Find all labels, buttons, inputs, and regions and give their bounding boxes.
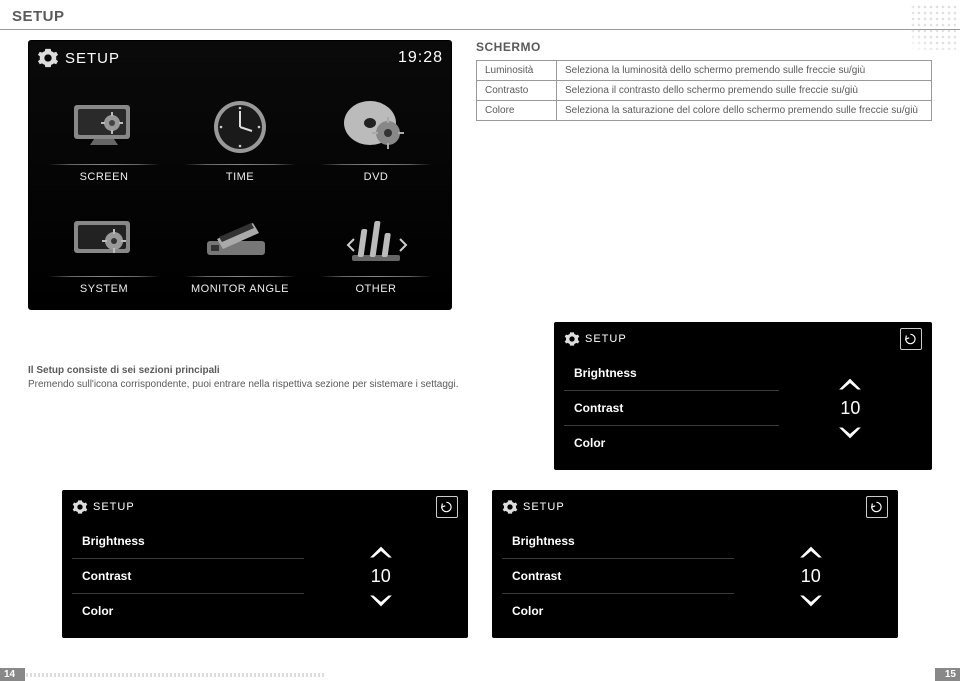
chevron-up-icon[interactable]: [837, 374, 863, 392]
schermo-val: Seleziona la luminosità dello schermo pr…: [557, 61, 932, 81]
gear-icon: [564, 331, 580, 347]
chevron-up-icon[interactable]: [798, 542, 824, 560]
clock-display: 19:28: [398, 49, 443, 67]
page-title: SETUP: [12, 8, 948, 25]
subpanel-title: SETUP: [585, 333, 627, 345]
schermo-heading: SCHERMO: [476, 40, 932, 54]
footer-decoration: [26, 673, 326, 677]
undo-icon: [870, 500, 884, 514]
setting-brightness[interactable]: Brightness: [72, 524, 304, 558]
schermo-key: Contrasto: [477, 81, 557, 101]
setup-subpanel: SETUP Brightness Contrast Color 10: [62, 490, 468, 638]
tile-system[interactable]: SYSTEM: [37, 187, 171, 295]
back-button[interactable]: [436, 496, 458, 518]
setting-contrast[interactable]: Contrast: [564, 390, 779, 425]
system-icon: [66, 211, 142, 269]
page-footer: 14 15: [0, 663, 960, 681]
back-button[interactable]: [866, 496, 888, 518]
subpanel-title: SETUP: [93, 501, 135, 513]
schermo-section: SCHERMO Luminosità Seleziona la luminosi…: [476, 40, 932, 121]
tile-label: TIME: [226, 171, 254, 183]
monitor-angle-icon: [197, 211, 283, 269]
back-button[interactable]: [900, 328, 922, 350]
table-row: Colore Seleziona la saturazione del colo…: [477, 101, 932, 121]
chevron-up-icon[interactable]: [368, 542, 394, 560]
setting-contrast[interactable]: Contrast: [72, 558, 304, 593]
tile-monitor-angle[interactable]: MONITOR ANGLE: [173, 187, 307, 295]
chevron-down-icon[interactable]: [798, 593, 824, 611]
setup-subpanel: SETUP Brightness Contrast Color 10: [554, 322, 932, 470]
tile-time[interactable]: TIME: [173, 75, 307, 183]
setting-brightness[interactable]: Brightness: [502, 524, 734, 558]
setting-color[interactable]: Color: [502, 593, 734, 628]
tile-label: SYSTEM: [80, 283, 128, 295]
caption-text: Il Setup consiste di sei sezioni princip…: [28, 322, 530, 391]
schermo-key: Luminosità: [477, 61, 557, 81]
setting-brightness[interactable]: Brightness: [564, 356, 779, 390]
undo-icon: [904, 332, 918, 346]
subpanel-title: SETUP: [523, 501, 565, 513]
page-header: SETUP: [0, 0, 960, 30]
setting-value: 10: [371, 566, 391, 587]
disc-icon: [336, 97, 416, 159]
decorative-dots: [910, 4, 956, 50]
schermo-table: Luminosità Seleziona la luminosità dello…: [476, 60, 932, 121]
setting-color[interactable]: Color: [72, 593, 304, 628]
schermo-key: Colore: [477, 101, 557, 121]
gear-icon: [502, 499, 518, 515]
caption-bold: Il Setup consiste di sei sezioni princip…: [28, 365, 220, 376]
screen-title: SETUP: [65, 50, 120, 67]
page-number-left: 14: [0, 668, 25, 681]
chevron-down-icon[interactable]: [837, 425, 863, 443]
setup-subpanel: SETUP Brightness Contrast Color 10: [492, 490, 898, 638]
tile-label: SCREEN: [80, 171, 129, 183]
tile-label: DVD: [364, 171, 389, 183]
caption-rest: Premendo sull'icona corrispondente, puoi…: [28, 379, 458, 390]
setup-main-screen: SETUP 19:28: [28, 40, 452, 310]
tile-other[interactable]: OTHER: [309, 187, 443, 295]
tile-label: OTHER: [356, 283, 397, 295]
tile-dvd[interactable]: DVD: [309, 75, 443, 183]
table-row: Luminosità Seleziona la luminosità dello…: [477, 61, 932, 81]
page-number-right: 15: [935, 668, 960, 681]
clock-icon: [205, 97, 275, 159]
chevron-down-icon[interactable]: [368, 593, 394, 611]
gear-icon: [72, 499, 88, 515]
sliders-icon: [340, 211, 412, 269]
setting-value: 10: [801, 566, 821, 587]
undo-icon: [440, 500, 454, 514]
gear-icon: [37, 47, 59, 69]
tile-screen[interactable]: SCREEN: [37, 75, 171, 183]
screen-icon: [68, 99, 140, 157]
schermo-val: Seleziona la saturazione del colore dell…: [557, 101, 932, 121]
tile-label: MONITOR ANGLE: [191, 283, 289, 295]
schermo-val: Seleziona il contrasto dello schermo pre…: [557, 81, 932, 101]
setting-color[interactable]: Color: [564, 425, 779, 460]
table-row: Contrasto Seleziona il contrasto dello s…: [477, 81, 932, 101]
setting-contrast[interactable]: Contrast: [502, 558, 734, 593]
setting-value: 10: [840, 398, 860, 419]
